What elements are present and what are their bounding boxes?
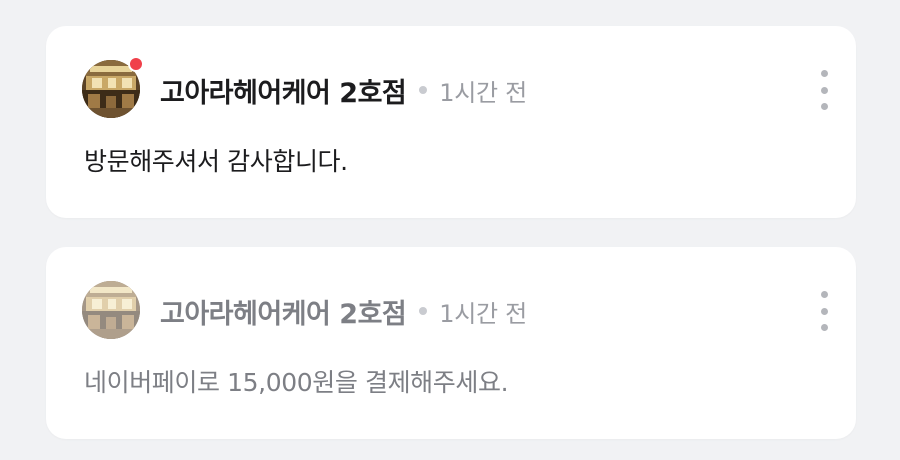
notification-header: 고아라헤어케어 2호점 1시간 전 [160, 292, 527, 331]
more-dot [820, 86, 828, 94]
shop-name[interactable]: 고아라헤어케어 2호점 [160, 71, 407, 110]
more-dot [820, 70, 828, 77]
more-dot [820, 291, 828, 298]
more-options-icon[interactable] [812, 291, 836, 331]
more-dot [820, 103, 828, 110]
shop-avatar[interactable] [82, 281, 140, 339]
notification-card[interactable]: 고아라헤어케어 2호점 1시간 전 네이버페이로 15,000원을 결제해주세요… [46, 247, 856, 439]
salon-interior-icon [82, 281, 140, 339]
separator-dot-icon [419, 86, 428, 94]
more-options-icon[interactable] [812, 70, 836, 110]
shop-name[interactable]: 고아라헤어케어 2호점 [160, 292, 407, 331]
more-dot [820, 324, 828, 331]
notification-header: 고아라헤어케어 2호점 1시간 전 [160, 71, 527, 110]
separator-dot-icon [419, 307, 428, 315]
more-dot [820, 307, 828, 315]
notification-message: 방문해주셔서 감사합니다. [84, 147, 348, 176]
notification-message: 네이버페이로 15,000원을 결제해주세요. [84, 368, 509, 397]
timestamp: 1시간 전 [439, 299, 527, 328]
notification-list: 고아라헤어케어 2호점 1시간 전 방문해주셔서 감사합니다. 고아라헤어케어 … [0, 0, 900, 460]
shop-avatar[interactable] [82, 56, 144, 118]
notification-card[interactable]: 고아라헤어케어 2호점 1시간 전 방문해주셔서 감사합니다. [46, 26, 856, 218]
unread-indicator [128, 56, 144, 72]
timestamp: 1시간 전 [439, 78, 527, 107]
